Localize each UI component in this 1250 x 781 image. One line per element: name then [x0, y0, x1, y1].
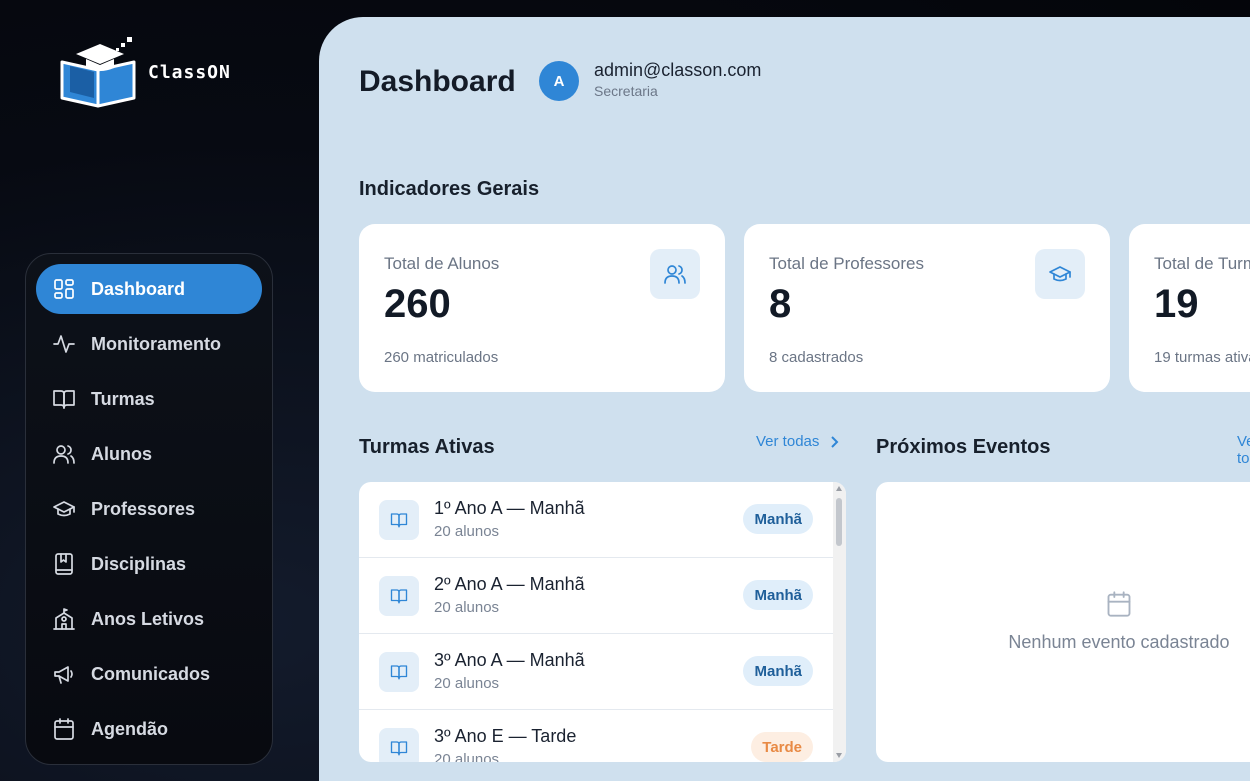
scroll-thumb[interactable] — [836, 498, 842, 546]
stat-label: Total de Alunos — [384, 254, 500, 273]
sidebar-item-professores[interactable]: Professores — [36, 484, 262, 534]
book-open-icon — [52, 387, 76, 411]
list-item[interactable]: 3º Ano A — Manhã 20 alunos Manhã — [359, 634, 833, 710]
stat-card-alunos: Total de Alunos 260 260 matriculados — [359, 224, 725, 392]
sidebar-item-label: Dashboard — [91, 278, 186, 299]
user-role: Secretaria — [594, 83, 658, 99]
sidebar-item-disciplinas[interactable]: Disciplinas — [36, 539, 262, 589]
empty-state-text: Nenhum evento cadastrado — [1008, 632, 1230, 652]
school-building-icon — [52, 607, 76, 631]
sidebar-item-label: Alunos — [91, 443, 152, 464]
shift-badge: Manhã — [743, 504, 813, 534]
book-cap-logo-icon — [60, 37, 136, 108]
class-name: 3º Ano A — Manhã — [434, 650, 585, 670]
stat-value: 8 — [769, 282, 792, 326]
sidebar-item-label: Monitoramento — [91, 333, 221, 354]
sidebar-item-label: Professores — [91, 498, 196, 519]
list-item[interactable]: 3º Ano E — Tarde 20 alunos Tarde — [359, 710, 833, 762]
calendar-icon — [1105, 590, 1133, 618]
sidebar-item-label: Agendão — [91, 718, 169, 739]
sidebar-item-dashboard[interactable]: Dashboard — [36, 264, 262, 314]
calendar-icon — [52, 717, 76, 741]
class-name: 1º Ano A — Manhã — [434, 498, 585, 518]
stat-card-turmas: Total de Turmas 19 19 turmas ativas — [1129, 224, 1250, 392]
sidebar-nav: Dashboard Monitoramento Turmas Alunos Pr… — [25, 253, 273, 765]
shift-badge: Manhã — [743, 656, 813, 686]
class-name: 3º Ano E — Tarde — [434, 726, 577, 746]
sidebar-item-alunos[interactable]: Alunos — [36, 429, 262, 479]
chevron-right-icon — [831, 435, 839, 448]
active-classes-list: 1º Ano A — Manhã 20 alunos Manhã 2º Ano … — [359, 482, 846, 762]
main-panel: Dashboard A admin@classon.com Secretaria… — [319, 17, 1250, 781]
sidebar-item-turmas[interactable]: Turmas — [36, 374, 262, 424]
list-item[interactable]: 2º Ano A — Manhã 20 alunos Manhã — [359, 558, 833, 634]
events-title: Próximos Eventos — [876, 436, 1051, 458]
graduation-cap-icon — [1035, 249, 1085, 299]
sidebar-item-comunicados[interactable]: Comunicados — [36, 649, 262, 699]
stat-label: Total de Professores — [769, 254, 924, 273]
ver-todas-label: Ver todas — [756, 433, 820, 450]
class-student-count: 20 alunos — [434, 751, 500, 762]
class-student-count: 20 alunos — [434, 523, 500, 540]
book-open-icon — [379, 652, 419, 692]
sidebar-item-monitoramento[interactable]: Monitoramento — [36, 319, 262, 369]
events-panel: Nenhum evento cadastrado — [876, 482, 1250, 762]
ver-todos-label: Ver todos — [1237, 433, 1250, 467]
dashboard-grid-icon — [52, 277, 76, 301]
class-name: 2º Ano A — Manhã — [434, 574, 585, 594]
shift-badge: Manhã — [743, 580, 813, 610]
scroll-up-arrow-icon[interactable] — [836, 486, 842, 491]
sidebar-item-agendao[interactable]: Agendão — [36, 704, 262, 754]
sidebar-item-anos-letivos[interactable]: Anos Letivos — [36, 594, 262, 644]
shift-badge: Tarde — [751, 732, 813, 762]
stat-value: 19 — [1154, 282, 1199, 326]
stat-card-professores: Total de Professores 8 8 cadastrados — [744, 224, 1110, 392]
list-item[interactable]: 1º Ano A — Manhã 20 alunos Manhã — [359, 482, 833, 558]
list-scrollbar[interactable] — [833, 482, 846, 762]
sidebar-item-label: Disciplinas — [91, 553, 187, 574]
class-student-count: 20 alunos — [434, 675, 500, 692]
user-email: admin@classon.com — [594, 60, 762, 80]
stat-sub: 19 turmas ativas — [1154, 349, 1250, 366]
users-icon — [52, 442, 76, 466]
stat-sub: 260 matriculados — [384, 349, 499, 366]
graduation-cap-icon — [52, 497, 76, 521]
sidebar-item-label: Comunicados — [91, 663, 211, 684]
ver-todos-link[interactable]: Ver todos — [1237, 433, 1250, 467]
scroll-down-arrow-icon[interactable] — [836, 753, 842, 758]
ver-todas-link[interactable]: Ver todas — [756, 433, 841, 450]
book-open-icon — [379, 728, 419, 762]
users-icon — [650, 249, 700, 299]
book-open-icon — [379, 500, 419, 540]
page-title: Dashboard — [359, 65, 516, 98]
avatar[interactable]: A — [539, 61, 579, 101]
stat-label: Total de Turmas — [1154, 254, 1250, 273]
indicators-title: Indicadores Gerais — [359, 178, 540, 200]
active-classes-title: Turmas Ativas — [359, 436, 495, 458]
book-open-icon — [379, 576, 419, 616]
class-student-count: 20 alunos — [434, 599, 500, 616]
stat-sub: 8 cadastrados — [769, 349, 864, 366]
megaphone-icon — [52, 662, 76, 686]
sidebar-item-label: Anos Letivos — [91, 608, 205, 629]
activity-icon — [52, 332, 76, 356]
sidebar-item-label: Turmas — [91, 388, 155, 409]
stat-value: 260 — [384, 282, 451, 326]
app-name: ClassON — [148, 62, 231, 83]
bookmark-book-icon — [52, 552, 76, 576]
